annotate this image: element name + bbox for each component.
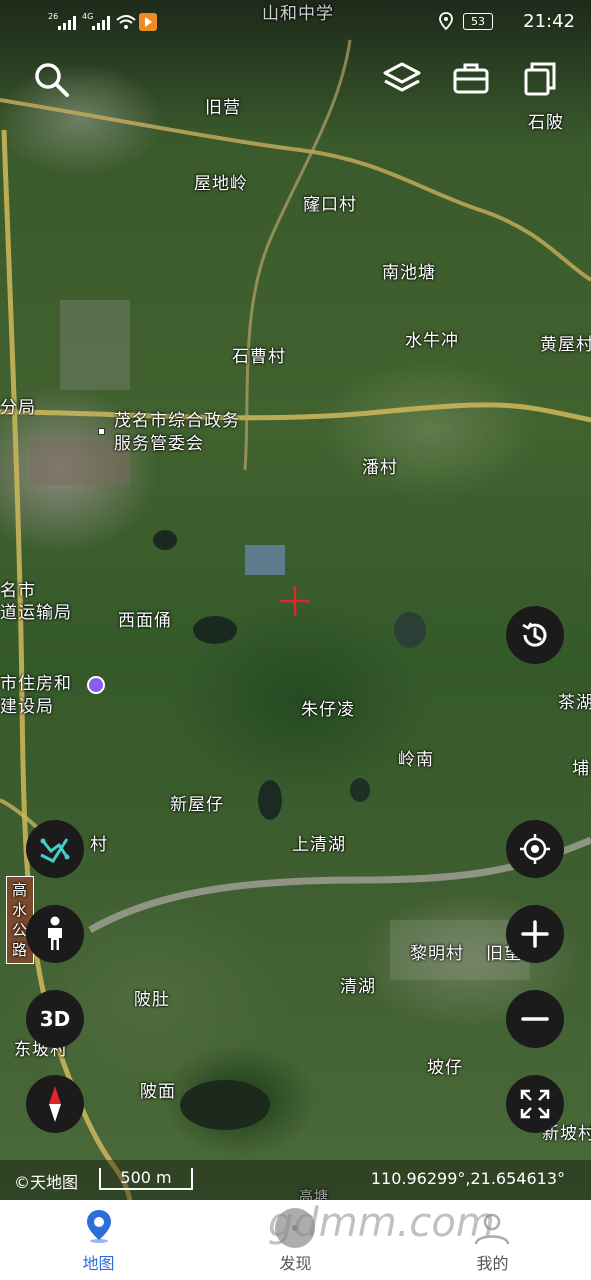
- toolbox-icon: [453, 63, 489, 94]
- signal-icon: [92, 16, 110, 30]
- place-label: 名市: [0, 581, 36, 601]
- compass-icon: [49, 1086, 61, 1122]
- place-label: 黎明村: [410, 944, 464, 964]
- place-label: 分局: [0, 398, 36, 418]
- place-label: 屋地岭: [194, 174, 248, 194]
- streetview-button[interactable]: [26, 905, 84, 963]
- place-label: 岭南: [398, 750, 434, 770]
- road-label-text: 高水公路: [11, 881, 28, 959]
- pedestrian-icon: [48, 916, 62, 950]
- nav-label-profile: 我的: [476, 1254, 509, 1273]
- battery-level: 53: [471, 15, 485, 28]
- nav-label-map: 地图: [82, 1254, 115, 1273]
- history-icon: [522, 622, 547, 647]
- nav-item-map[interactable]: 地图: [0, 1200, 197, 1280]
- locate-button[interactable]: [506, 820, 564, 878]
- place-label: 窿口村: [303, 195, 357, 215]
- user-location-dot: [87, 676, 105, 694]
- status-bar: 26 4G 53 21:42: [0, 0, 591, 44]
- nav-label-discover: 发现: [279, 1254, 312, 1273]
- fullscreen-button[interactable]: [506, 1075, 564, 1133]
- search-button[interactable]: [30, 58, 74, 102]
- scale-bar: 500 m: [99, 1168, 193, 1190]
- place-label: 上清湖: [292, 835, 346, 855]
- place-label: 陂面: [140, 1082, 176, 1102]
- place-label: 市住房和: [0, 674, 72, 694]
- map-pin-icon: [87, 1210, 111, 1243]
- map-info-strip: ©天地图 500 m 110.96299°,21.654613°: [0, 1160, 591, 1200]
- clock: 21:42: [523, 11, 575, 32]
- place-label: 茂名市综合政务: [114, 411, 240, 431]
- zoom-out-button[interactable]: [506, 990, 564, 1048]
- place-label: 陂肚: [134, 990, 170, 1010]
- toolbox-button[interactable]: [449, 58, 493, 102]
- place-label: 新屋仔: [170, 795, 224, 815]
- crosshair-icon: [280, 586, 310, 616]
- layers-icon: [383, 62, 421, 92]
- compass-button[interactable]: [26, 1075, 84, 1133]
- zoom-in-icon: [521, 920, 549, 948]
- locate-icon: [520, 834, 550, 864]
- place-label: 西面俑: [118, 611, 172, 631]
- place-label: 道运输局: [0, 603, 72, 623]
- poi-marker[interactable]: [98, 428, 105, 435]
- history-button[interactable]: [506, 606, 564, 664]
- copy-button[interactable]: [518, 58, 562, 102]
- copyright-text: ©天地图: [14, 1173, 79, 1192]
- app-notification-icon: [139, 13, 157, 31]
- place-label: 潘村: [362, 458, 398, 478]
- signal-icon: [58, 16, 76, 30]
- place-label: 茶湖: [558, 693, 591, 713]
- place-label: 建设局: [0, 697, 54, 717]
- place-label: 水牛冲: [405, 331, 459, 351]
- place-label: 南池塘: [382, 263, 436, 283]
- watermark-text: gdmm.com: [268, 1200, 495, 1246]
- place-label: 清湖: [340, 977, 376, 997]
- signal-label-1: 26: [48, 12, 59, 21]
- place-label: 埔: [572, 759, 590, 779]
- copy-icon: [524, 62, 556, 96]
- place-label: 村: [90, 835, 108, 855]
- zoom-out-icon: [521, 1017, 549, 1021]
- satellite-map[interactable]: 山和中学 旧营 石陂 屋地岭 窿口村 南池塘 水牛冲 黄屋村 石曹村 分局 茂名…: [0, 0, 591, 1200]
- place-label: 朱仔凌: [301, 700, 355, 720]
- place-label: 服务管委会: [114, 434, 204, 454]
- place-label: 石陂: [528, 113, 564, 133]
- coordinates-readout: 110.96299°,21.654613°: [370, 1169, 565, 1188]
- route-icon: [40, 838, 70, 863]
- place-label: 黄屋村: [540, 335, 591, 355]
- search-icon: [35, 63, 69, 97]
- place-label: 石曹村: [232, 347, 286, 367]
- zoom-in-button[interactable]: [506, 905, 564, 963]
- battery-icon: 53: [463, 13, 493, 30]
- 3d-label: 3D: [39, 1007, 71, 1031]
- route-button[interactable]: [26, 820, 84, 878]
- 3d-button[interactable]: 3D: [26, 990, 84, 1048]
- location-icon: [439, 12, 453, 30]
- place-label: 旧营: [205, 98, 241, 118]
- scale-label: 500 m: [120, 1168, 172, 1187]
- wifi-icon: [116, 15, 136, 29]
- layers-button[interactable]: [380, 58, 424, 102]
- fullscreen-icon: [520, 1089, 550, 1119]
- place-label: 坡仔: [427, 1058, 463, 1078]
